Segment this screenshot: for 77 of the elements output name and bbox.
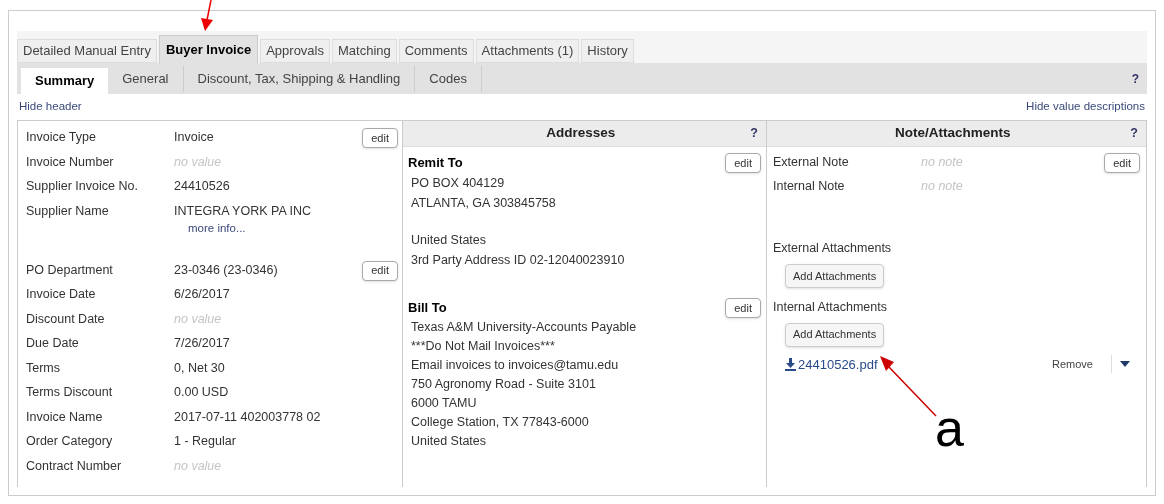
address-line: United States xyxy=(411,433,488,450)
panel-title: Addresses xyxy=(545,124,617,143)
field-label: Invoice Name xyxy=(26,408,104,426)
more-info-link[interactable]: more info... xyxy=(188,220,368,238)
field-value: Invoice xyxy=(174,129,214,146)
field-value: 23-0346 (23-0346) xyxy=(174,261,278,279)
address-line: 3rd Party Address ID 02-12040023910 xyxy=(411,252,626,269)
edit-button[interactable]: edit xyxy=(725,298,761,318)
add-attachments-button[interactable]: Add Attachments xyxy=(785,322,885,347)
field-label: Discount Date xyxy=(26,310,106,328)
subtab[interactable]: General xyxy=(108,65,184,92)
field-label: Invoice Number xyxy=(26,153,115,171)
attachments-label: External Attachments xyxy=(773,240,893,257)
address-line: 750 Agronomy Road - Suite 3101 xyxy=(411,376,597,393)
download-icon[interactable] xyxy=(785,357,796,371)
tab[interactable]: Comments xyxy=(398,39,474,63)
annotation-arrow xyxy=(878,354,938,418)
field-label: Contract Number xyxy=(26,457,123,475)
edit-button[interactable]: edit xyxy=(1104,153,1140,173)
tab[interactable]: Detailed Manual Entry xyxy=(17,39,157,63)
field-label: Due Date xyxy=(26,335,80,352)
help-mark[interactable]: ? xyxy=(750,124,758,143)
address-line: United States xyxy=(411,232,488,249)
field-value: INTEGRA YORK PA INC xyxy=(174,202,312,220)
address-line: ATLANTA, GA 303845758 xyxy=(411,195,557,212)
panel-title: Note/Attachments xyxy=(893,124,1012,143)
remove-link[interactable]: Remove xyxy=(1052,356,1093,373)
field-value: no value xyxy=(174,310,222,328)
subtab[interactable]: Discount, Tax, Shipping & Handling xyxy=(183,65,416,92)
edit-button[interactable]: edit xyxy=(362,128,398,148)
field-value: 2017-07-11 402003778 02 xyxy=(174,408,321,426)
field-label: Terms xyxy=(26,359,62,377)
subtab[interactable]: Codes xyxy=(415,65,482,92)
field-label: Invoice Date xyxy=(26,286,97,303)
field-value: 1 - Regular xyxy=(174,433,236,450)
attachment-file-link[interactable]: 24410526.pdf xyxy=(798,354,878,374)
help-mark[interactable]: ? xyxy=(1131,69,1139,88)
edit-button[interactable]: edit xyxy=(362,260,398,281)
field-label: Invoice Type xyxy=(26,129,97,146)
address-line: PO BOX 404129 xyxy=(411,175,506,192)
hide-header-link[interactable]: Hide header xyxy=(19,98,82,116)
hide-value-descriptions-link[interactable]: Hide value descriptions xyxy=(1026,98,1145,116)
field-label: PO Department xyxy=(26,261,114,279)
tab[interactable]: History xyxy=(581,39,634,63)
dropdown-caret-icon[interactable] xyxy=(1111,355,1130,374)
help-mark[interactable]: ? xyxy=(1130,124,1138,143)
field-value: 24410526 xyxy=(174,178,230,195)
attachments-label: Internal Attachments xyxy=(773,298,888,316)
field-value: no value xyxy=(174,457,222,475)
field-value: no value xyxy=(174,153,222,171)
tab[interactable]: Matching xyxy=(332,39,397,63)
field-value: 0, Net 30 xyxy=(174,359,225,377)
address-line: College Station, TX 77843-6000 xyxy=(411,414,590,431)
field-value: 0.00 USD xyxy=(174,384,229,401)
tab[interactable]: Approvals xyxy=(260,39,330,63)
address-title: Bill To xyxy=(408,299,447,317)
field-value: 6/26/2017 xyxy=(174,286,230,303)
add-attachments-button[interactable]: Add Attachments xyxy=(785,263,885,288)
address-title: Remit To xyxy=(408,154,463,172)
note-value: no note xyxy=(921,179,963,193)
field-value: 7/26/2017 xyxy=(174,335,230,352)
field-label: Order Category xyxy=(26,433,114,450)
note-label: Internal Note xyxy=(773,178,846,195)
tab[interactable]: Attachments (1) xyxy=(475,39,580,63)
subtab[interactable]: Summary xyxy=(21,68,109,94)
address-line: Texas A&M University-Accounts Payable xyxy=(411,319,638,336)
note-label: External Note xyxy=(773,154,850,171)
field-label: Supplier Invoice No. xyxy=(26,178,139,195)
note-value: no note xyxy=(921,155,963,169)
field-label: Supplier Name xyxy=(26,202,110,220)
address-line: Email invoices to invoices@tamu.edu xyxy=(411,357,620,374)
annotation-label: a xyxy=(935,402,964,454)
field-label: Terms Discount xyxy=(26,384,114,401)
edit-button[interactable]: edit xyxy=(725,153,761,173)
tab[interactable]: Buyer Invoice xyxy=(158,35,259,63)
address-line: 6000 TAMU xyxy=(411,395,478,412)
address-line: ***Do Not Mail Invoices*** xyxy=(411,338,556,355)
